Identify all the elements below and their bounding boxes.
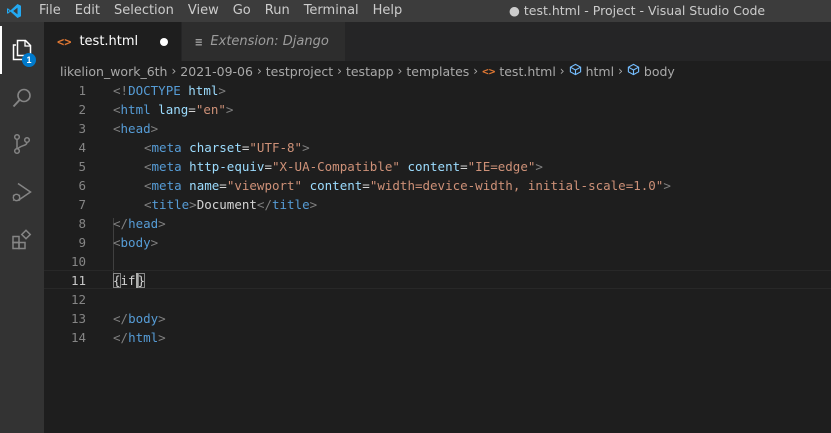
code-text: <title>Document</title> bbox=[144, 197, 318, 212]
run-debug-icon bbox=[12, 182, 32, 202]
menu-edit[interactable]: Edit bbox=[68, 0, 107, 22]
menu-selection[interactable]: Selection bbox=[107, 0, 181, 22]
breadcrumb: likelion_work_6th › 2021-09-06 › testpro… bbox=[44, 61, 831, 81]
code-line: 7 <title>Document</title> bbox=[44, 195, 831, 214]
tab-test-html[interactable]: <> test.html bbox=[44, 22, 183, 61]
line-number: 4 bbox=[78, 140, 86, 155]
vscode-logo-icon bbox=[0, 0, 28, 22]
line-number: 2 bbox=[78, 102, 86, 117]
code-text: </html> bbox=[113, 330, 166, 345]
chevron-right-icon: › bbox=[256, 64, 262, 78]
line-number: 14 bbox=[70, 330, 86, 345]
source-control-button[interactable] bbox=[0, 120, 44, 168]
matched-bracket: } bbox=[137, 273, 146, 288]
window-title: ● test.html - Project - Visual Studio Co… bbox=[509, 3, 766, 18]
code-line: 4 <meta charset="UTF-8"> bbox=[44, 138, 831, 157]
run-debug-button[interactable] bbox=[0, 168, 44, 216]
line-number: 6 bbox=[78, 178, 86, 193]
code-text: </head> bbox=[113, 216, 166, 231]
code-line: 12 bbox=[44, 290, 831, 309]
breadcrumb-item[interactable]: body bbox=[644, 64, 675, 79]
line-number: 9 bbox=[78, 235, 86, 250]
code-text: <body> bbox=[113, 235, 159, 250]
line-number: 11 bbox=[70, 273, 86, 288]
code-line: 9 <body> bbox=[44, 233, 831, 252]
breadcrumb-item[interactable]: html bbox=[586, 64, 614, 79]
code-text: <meta name="viewport" content="width=dev… bbox=[144, 178, 671, 193]
code-text: <meta http-equiv="X-UA-Compatible" conte… bbox=[144, 159, 543, 174]
html-file-icon: <> bbox=[57, 34, 72, 49]
code-text: {if} bbox=[113, 273, 146, 288]
breadcrumb-item[interactable]: 2021-09-06 bbox=[180, 64, 253, 79]
title-bar: File Edit Selection View Go Run Terminal… bbox=[0, 0, 831, 22]
line-number: 7 bbox=[78, 197, 86, 212]
code-text: </body> bbox=[113, 311, 166, 326]
menu-bar: File Edit Selection View Go Run Terminal… bbox=[32, 0, 409, 22]
explorer-button[interactable]: 1 bbox=[0, 26, 44, 74]
code-line: 10 bbox=[44, 252, 831, 271]
activity-bar: 1 bbox=[0, 22, 44, 433]
chevron-right-icon: › bbox=[397, 64, 403, 78]
matched-bracket: { bbox=[113, 273, 121, 288]
breadcrumb-item[interactable]: testproject bbox=[266, 64, 333, 79]
code-text: <html lang="en"> bbox=[113, 102, 234, 117]
line-number: 3 bbox=[78, 121, 86, 136]
menu-view[interactable]: View bbox=[181, 0, 226, 22]
symbol-element-icon bbox=[627, 63, 640, 79]
code-line: 6 <meta name="viewport" content="width=d… bbox=[44, 176, 831, 195]
breadcrumb-item[interactable]: testapp bbox=[346, 64, 394, 79]
extensions-icon bbox=[12, 229, 32, 250]
tab-extension-django[interactable]: ≡ Extension: Django bbox=[182, 22, 347, 61]
code-line: 8 </head> bbox=[44, 214, 831, 233]
line-number: 10 bbox=[70, 254, 86, 269]
menu-terminal[interactable]: Terminal bbox=[297, 0, 366, 22]
code-text: <head> bbox=[113, 121, 159, 136]
code-line: 2 <html lang="en"> bbox=[44, 100, 831, 119]
line-number: 5 bbox=[78, 159, 86, 174]
menu-run[interactable]: Run bbox=[258, 0, 297, 22]
chevron-right-icon: › bbox=[559, 64, 565, 78]
code-line: 1 <!DOCTYPE html> bbox=[44, 81, 831, 100]
tab-bar: <> test.html ≡ Extension: Django bbox=[44, 22, 831, 61]
search-icon bbox=[12, 88, 31, 108]
line-number: 8 bbox=[78, 216, 86, 231]
tab-label: Extension: Django bbox=[210, 34, 329, 49]
code-line-current: 11 {if} bbox=[44, 270, 831, 289]
html-file-icon: <> bbox=[482, 64, 496, 78]
explorer-badge: 1 bbox=[22, 53, 36, 67]
chevron-right-icon: › bbox=[337, 64, 342, 78]
breadcrumb-item[interactable]: templates bbox=[406, 64, 469, 79]
chevron-right-icon: › bbox=[171, 64, 177, 78]
source-control-icon bbox=[13, 133, 31, 155]
tab-label: test.html bbox=[79, 34, 139, 49]
code-line: 5 <meta http-equiv="X-UA-Compatible" con… bbox=[44, 157, 831, 176]
code-line: 13 </body> bbox=[44, 309, 831, 328]
breadcrumb-item[interactable]: test.html bbox=[499, 64, 555, 79]
code-editor[interactable]: 1 <!DOCTYPE html> 2 <html lang="en"> 3 <… bbox=[44, 81, 831, 433]
extensions-button[interactable] bbox=[0, 216, 44, 264]
search-button[interactable] bbox=[0, 74, 44, 122]
symbol-element-icon bbox=[569, 63, 582, 79]
breadcrumb-item[interactable]: likelion_work_6th bbox=[60, 64, 167, 79]
code-line: 3 <head> bbox=[44, 119, 831, 138]
preview-icon: ≡ bbox=[195, 34, 203, 49]
menu-file[interactable]: File bbox=[32, 0, 68, 22]
code-text: <!DOCTYPE html> bbox=[113, 83, 226, 98]
chevron-right-icon: › bbox=[618, 64, 623, 78]
unsaved-dot-icon[interactable] bbox=[160, 37, 169, 46]
chevron-right-icon: › bbox=[473, 64, 479, 78]
menu-help[interactable]: Help bbox=[366, 0, 410, 22]
code-text: <meta charset="UTF-8"> bbox=[144, 140, 310, 155]
line-number: 1 bbox=[78, 83, 86, 98]
menu-go[interactable]: Go bbox=[226, 0, 258, 22]
line-number: 12 bbox=[70, 292, 86, 307]
line-number: 13 bbox=[70, 311, 86, 326]
code-line: 14 </html> bbox=[44, 328, 831, 347]
